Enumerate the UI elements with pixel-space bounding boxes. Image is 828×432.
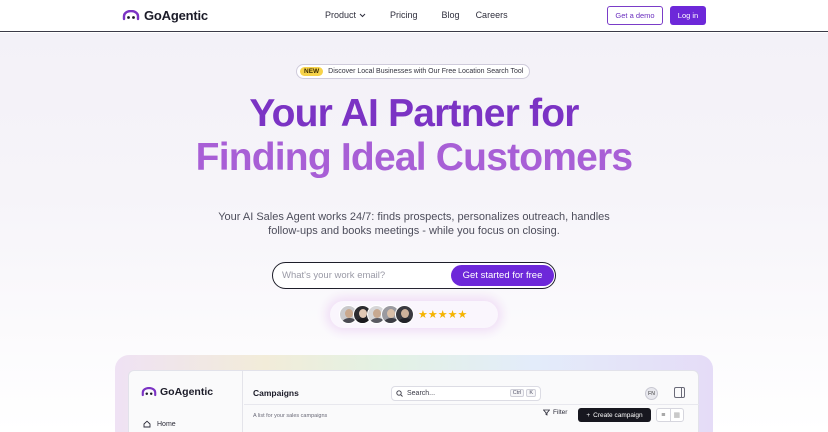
- work-email-input[interactable]: [282, 270, 442, 281]
- nav-link-pricing[interactable]: Pricing: [390, 10, 418, 20]
- filter-button[interactable]: Filter: [543, 409, 567, 416]
- app-preview: GoAgentic Home Campaigns Search... Ctrl …: [128, 370, 699, 432]
- hero-headline: Your AI Partner for Finding Ideal Custom…: [0, 92, 828, 180]
- nav-link-blog-label: Blog: [441, 10, 460, 20]
- filter-label: Filter: [553, 409, 568, 416]
- nav-link-careers[interactable]: Careers: [476, 10, 508, 20]
- nav-link-pricing-label: Pricing: [390, 10, 418, 20]
- avatar: [395, 305, 414, 324]
- brand-logo[interactable]: GoAgentic: [122, 8, 208, 23]
- filter-icon: [543, 409, 550, 416]
- subtitle-line-1: Your AI Sales Agent works 24/7: finds pr…: [218, 211, 610, 223]
- app-brand-name: GoAgentic: [160, 386, 214, 398]
- user-avatar[interactable]: FN: [645, 387, 658, 400]
- headline-line-1: Your AI Partner for: [249, 92, 579, 135]
- rating-stars: ★★★★★: [418, 309, 468, 321]
- top-nav: GoAgentic Product Pricing Blog Careers G…: [0, 0, 828, 32]
- plus-icon: +: [586, 411, 591, 419]
- grid-view-icon[interactable]: ▦: [669, 409, 684, 421]
- panel-icon[interactable]: [674, 387, 685, 398]
- nav-link-careers-label: Careers: [475, 10, 508, 20]
- shortcut-key-k: K: [526, 389, 536, 397]
- page-subtitle: A list for your sales campaigns: [253, 413, 328, 419]
- subtitle-line-2: follow-ups and books meetings - while yo…: [268, 225, 560, 237]
- app-sidebar: GoAgentic Home: [129, 371, 243, 432]
- get-started-button[interactable]: Get started for free: [451, 265, 554, 286]
- login-button[interactable]: Log in: [670, 6, 706, 25]
- nav-links: Product Pricing Blog Careers: [325, 10, 532, 20]
- announcement-badge[interactable]: NEW Discover Local Businesses with Our F…: [296, 64, 531, 79]
- page-title: Campaigns: [253, 388, 299, 398]
- view-toggle: ≡ ▦: [656, 408, 684, 422]
- search-shortcut: Ctrl K: [509, 389, 536, 397]
- headline-line-2: Finding Ideal Customers: [195, 136, 633, 179]
- list-view-icon[interactable]: ≡: [657, 409, 670, 421]
- app-brand-logo: GoAgentic: [141, 386, 213, 398]
- search-icon: [396, 390, 403, 397]
- social-proof: ★★★★★: [330, 301, 498, 328]
- brand-name: GoAgentic: [144, 8, 208, 23]
- logo-icon: [122, 10, 140, 21]
- signup-form: Get started for free: [272, 262, 556, 289]
- app-search-input[interactable]: Search... Ctrl K: [391, 386, 541, 401]
- app-header: Campaigns Search... Ctrl K FN: [244, 381, 699, 405]
- shortcut-key-ctrl: Ctrl: [509, 389, 525, 397]
- sidebar-item-home[interactable]: Home: [143, 420, 176, 428]
- nav-link-product[interactable]: Product: [325, 10, 366, 20]
- new-tag: NEW: [300, 67, 324, 76]
- logo-icon: [141, 387, 157, 397]
- nav-link-blog[interactable]: Blog: [442, 10, 460, 20]
- chevron-down-icon: [359, 13, 366, 17]
- hero-subtitle: Your AI Sales Agent works 24/7: finds pr…: [0, 210, 828, 238]
- get-demo-button[interactable]: Get a demo: [607, 6, 663, 25]
- home-icon: [143, 420, 151, 428]
- sidebar-item-home-label: Home: [157, 420, 176, 428]
- nav-link-product-label: Product: [325, 10, 357, 20]
- create-campaign-button[interactable]: + Create campaign: [578, 408, 651, 422]
- create-campaign-label: Create campaign: [593, 411, 643, 419]
- announcement-text: Discover Local Businesses with Our Free …: [328, 68, 524, 75]
- search-placeholder: Search...: [407, 390, 436, 397]
